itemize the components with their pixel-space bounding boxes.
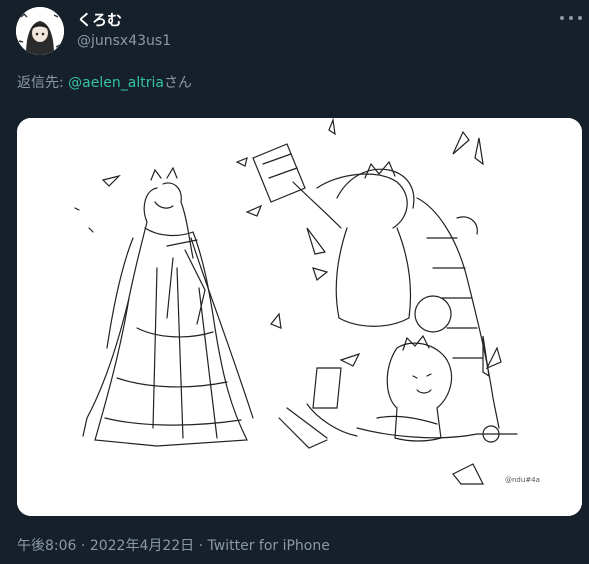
display-name[interactable]: くろむ [77, 9, 122, 30]
user-handle[interactable]: @junsx43us1 [77, 33, 171, 49]
tweet-media-image[interactable]: @ndu#4a [17, 118, 582, 516]
avatar-image [16, 7, 64, 55]
tweet-source[interactable]: Twitter for iPhone [208, 538, 330, 554]
tweet: くろむ @junsx43us1 返信先: @aelen_altriaさん @nd… [0, 0, 589, 564]
avatar[interactable] [16, 7, 64, 55]
reply-suffix: さん [163, 75, 192, 91]
meta-separator: · [194, 538, 208, 554]
reply-prefix: 返信先: [17, 75, 69, 91]
tweet-meta: 午後8:06 · 2022年4月22日 · Twitter for iPhone [17, 535, 330, 555]
reply-to-line: 返信先: @aelen_altriaさん [17, 72, 192, 92]
svg-text:@ndu#4a: @ndu#4a [505, 476, 540, 484]
tweet-date[interactable]: 2022年4月22日 [90, 538, 194, 554]
tweet-time[interactable]: 午後8:06 [17, 538, 76, 554]
reply-mention-link[interactable]: @aelen_altria [68, 75, 164, 91]
sketch-illustration: @ndu#4a [17, 118, 582, 516]
more-options-icon[interactable] [560, 10, 582, 26]
meta-separator: · [76, 538, 90, 554]
